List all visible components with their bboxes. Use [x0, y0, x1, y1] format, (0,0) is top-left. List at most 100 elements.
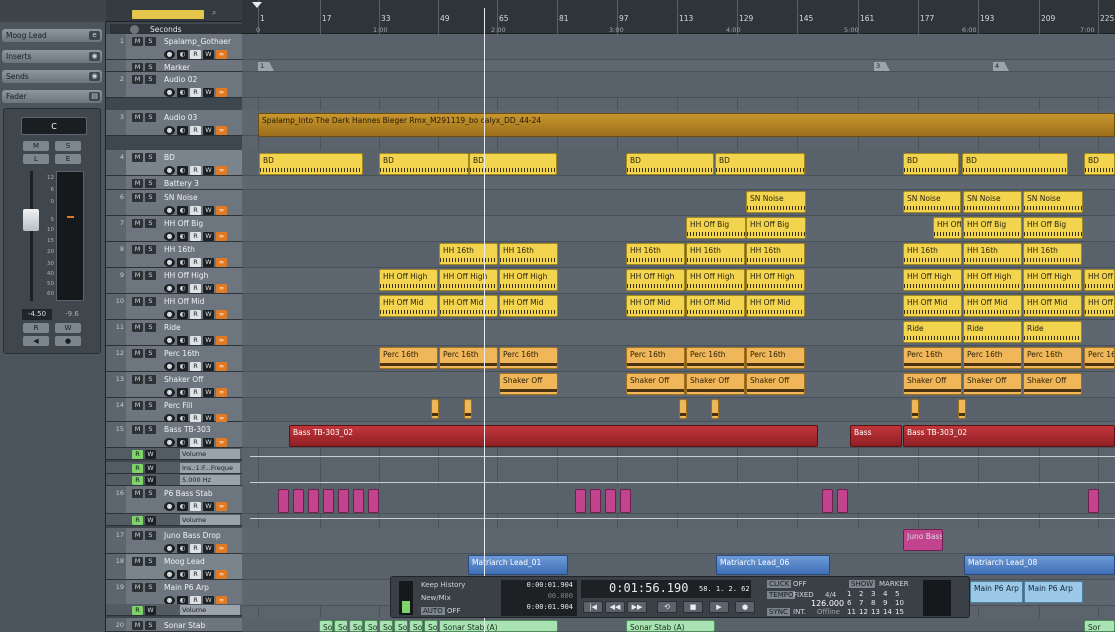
- midi-part[interactable]: [822, 489, 833, 513]
- midi-part[interactable]: HH Off High: [626, 269, 685, 291]
- midi-part[interactable]: SN Noise: [746, 191, 806, 213]
- midi-part[interactable]: [278, 489, 289, 513]
- track-solo-button[interactable]: S: [145, 323, 156, 332]
- track-mute-button[interactable]: M: [132, 425, 143, 434]
- track-mute-button[interactable]: M: [132, 113, 143, 122]
- midi-part[interactable]: Perc 16th: [686, 347, 745, 369]
- midi-part[interactable]: BD: [962, 153, 1068, 175]
- midi-part[interactable]: HH 16th: [903, 243, 962, 265]
- midi-part[interactable]: Sor: [409, 620, 423, 632]
- play-button[interactable]: ▶: [709, 601, 729, 613]
- record-enable-icon[interactable]: ●: [164, 310, 175, 319]
- automation-track[interactable]: R W Volume: [106, 448, 242, 460]
- automation-parameter[interactable]: 5.000 Hz: [180, 475, 240, 485]
- edit-instrument-icon[interactable]: ∞: [216, 336, 227, 345]
- stop-button[interactable]: ■: [683, 601, 703, 613]
- monitor-icon[interactable]: ◐: [177, 438, 188, 447]
- track-solo-button[interactable]: S: [145, 375, 156, 384]
- track-name[interactable]: Bass TB-303: [164, 425, 211, 434]
- edit-instrument-icon[interactable]: ∞: [216, 388, 227, 397]
- track-solo-button[interactable]: S: [145, 621, 156, 630]
- automation-line[interactable]: [250, 456, 1115, 457]
- track-mute-button[interactable]: M: [132, 323, 143, 332]
- midi-part[interactable]: Matriarch Lead_08: [964, 555, 1115, 575]
- track-solo-button[interactable]: S: [145, 75, 156, 84]
- read-automation-button[interactable]: R: [132, 476, 143, 485]
- write-button[interactable]: W: [203, 126, 214, 135]
- write-automation-button[interactable]: W: [145, 516, 156, 525]
- midi-part[interactable]: HH Off High: [1023, 269, 1082, 291]
- track-name[interactable]: Sonar Stab: [164, 621, 205, 630]
- midi-part[interactable]: Sor: [424, 620, 438, 632]
- record-enable-icon[interactable]: ●: [164, 362, 175, 371]
- midi-part[interactable]: Main P6 Arp: [970, 581, 1023, 603]
- marker-number-button[interactable]: 6: [847, 599, 851, 607]
- marker-number-button[interactable]: 9: [883, 599, 887, 607]
- bars-position[interactable]: 58. 1. 2. 62: [699, 585, 750, 593]
- edit-instrument-icon[interactable]: ∞: [216, 438, 227, 447]
- track-name[interactable]: Shaker Off: [164, 375, 203, 384]
- midi-part[interactable]: HH Off High: [499, 269, 558, 291]
- read-button[interactable]: R: [190, 166, 201, 175]
- track-solo-button[interactable]: S: [145, 179, 156, 188]
- monitor-icon[interactable]: ◐: [177, 570, 188, 579]
- track-mute-button[interactable]: M: [132, 63, 143, 72]
- read-button[interactable]: R: [190, 310, 201, 319]
- midi-part[interactable]: [1088, 489, 1099, 513]
- midi-part[interactable]: BD: [469, 153, 557, 175]
- track-header[interactable]: M S Marker: [106, 60, 242, 72]
- track-solo-button[interactable]: S: [145, 63, 156, 72]
- primary-time[interactable]: 0:01:56.190: [609, 581, 688, 595]
- track-header[interactable]: 20 M S Sonar Stab: [106, 618, 242, 632]
- read-button[interactable]: R: [190, 544, 201, 553]
- monitor-icon[interactable]: ◐: [177, 336, 188, 345]
- midi-part[interactable]: HH Off Big: [963, 217, 1022, 239]
- track-mute-button[interactable]: M: [132, 75, 143, 84]
- midi-part[interactable]: Perc 16th: [963, 347, 1022, 369]
- write-automation-button[interactable]: W: [55, 323, 81, 333]
- show-marker-button[interactable]: SHOW: [849, 580, 876, 588]
- midi-part[interactable]: HH Off Big: [1023, 217, 1083, 239]
- cycle-button[interactable]: ⟲: [657, 601, 677, 613]
- track-solo-button[interactable]: S: [145, 425, 156, 434]
- midi-part[interactable]: Sor: [394, 620, 408, 632]
- marker-number-button[interactable]: 1: [847, 590, 851, 598]
- marker-number-button[interactable]: 10: [895, 599, 904, 607]
- track-solo-button[interactable]: S: [145, 271, 156, 280]
- midi-part[interactable]: HH 16th: [439, 243, 498, 265]
- record-enable-icon[interactable]: ●: [164, 388, 175, 397]
- tempo-value[interactable]: 126.000: [811, 599, 844, 608]
- track-name[interactable]: Spalamp_Gothaer: [164, 37, 231, 46]
- midi-part[interactable]: Perc 16th: [439, 347, 498, 369]
- read-button[interactable]: R: [190, 336, 201, 345]
- midi-part[interactable]: [575, 489, 586, 513]
- record-enable-icon[interactable]: ●: [164, 166, 175, 175]
- track-mute-button[interactable]: M: [132, 297, 143, 306]
- edit-instrument-icon[interactable]: ∞: [216, 284, 227, 293]
- track-header[interactable]: 14 M S Perc Fill ● ◐ R W ∞: [106, 398, 242, 423]
- track-header[interactable]: 19 M S Main P6 Arp ● ◐ R W ∞: [106, 580, 242, 606]
- track-solo-button[interactable]: S: [145, 531, 156, 540]
- midi-part[interactable]: Bass TB-303_02: [903, 425, 1115, 447]
- write-button[interactable]: W: [203, 388, 214, 397]
- edit-instrument-icon[interactable]: ∞: [216, 502, 227, 511]
- write-button[interactable]: W: [203, 336, 214, 345]
- write-button[interactable]: W: [203, 258, 214, 267]
- forward-button[interactable]: ▶▶: [627, 601, 647, 613]
- record-enable-icon[interactable]: ●: [164, 88, 175, 97]
- track-solo-button[interactable]: S: [145, 557, 156, 566]
- track-solo-button[interactable]: S: [145, 489, 156, 498]
- midi-part[interactable]: Juno Bass: [903, 529, 943, 551]
- read-button[interactable]: R: [190, 388, 201, 397]
- midi-part[interactable]: HH 16th: [963, 243, 1022, 265]
- mute-button[interactable]: M: [23, 141, 49, 151]
- track-header[interactable]: 12 M S Perc 16th ● ◐ R W ∞: [106, 346, 242, 372]
- record-button[interactable]: ●: [735, 601, 755, 613]
- write-button[interactable]: W: [203, 570, 214, 579]
- edit-instrument-icon[interactable]: ∞: [216, 570, 227, 579]
- auto-state[interactable]: OFF: [447, 607, 461, 615]
- read-button[interactable]: R: [190, 438, 201, 447]
- time-format-icon[interactable]: [130, 25, 139, 34]
- marker-number-button[interactable]: 8: [871, 599, 875, 607]
- midi-part[interactable]: HH Off High: [963, 269, 1022, 291]
